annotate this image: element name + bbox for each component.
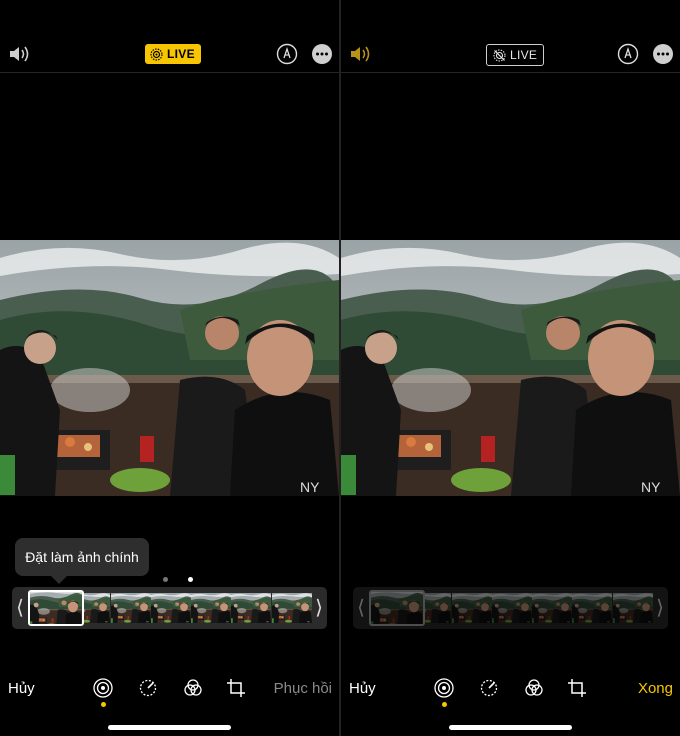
markup-pen-icon[interactable] (617, 43, 639, 65)
page-dots (163, 577, 193, 582)
filmstrip-frame (532, 593, 573, 623)
left-panel: LIVE Đặt làm ảnh chính ⟨ ⟩ Hủy Phục hồi (0, 0, 339, 736)
filmstrip-frame (231, 593, 272, 623)
filmstrip-frame (491, 593, 532, 623)
live-toggle-button[interactable]: LIVE (486, 44, 545, 66)
live-filmstrip[interactable]: ⟨ ⟩ (12, 587, 327, 629)
page-dot-active (188, 577, 193, 582)
cancel-button[interactable]: Hủy (8, 680, 35, 697)
speaker-icon[interactable] (8, 44, 32, 64)
filters-icon[interactable] (523, 677, 545, 699)
adjust-icon[interactable] (137, 677, 159, 699)
trim-handle-right[interactable]: ⟩ (313, 595, 325, 621)
live-tool-icon[interactable] (433, 677, 455, 699)
bottom-toolbar: Hủy Xong (341, 672, 680, 712)
filmstrip-frame (191, 593, 232, 623)
trim-handle-left[interactable]: ⟨ (14, 595, 26, 621)
tooltip-label: Đặt làm ảnh chính (25, 549, 139, 565)
adjust-icon[interactable] (478, 677, 500, 699)
live-label: LIVE (510, 48, 538, 62)
filters-icon[interactable] (182, 677, 204, 699)
home-indicator (449, 725, 572, 730)
crop-icon[interactable] (566, 677, 588, 699)
home-indicator (108, 725, 231, 730)
trim-handle-right: ⟩ (656, 597, 664, 619)
filmstrip-frame (150, 593, 191, 623)
live-toggle-button[interactable]: LIVE (145, 44, 201, 64)
filmstrip-frame (612, 593, 653, 623)
more-icon[interactable] (311, 43, 333, 65)
filmstrip-frame (451, 593, 492, 623)
photo (341, 240, 680, 496)
key-frame-selector[interactable] (28, 590, 84, 626)
markup-pen-icon[interactable] (276, 43, 298, 65)
key-frame-selector (369, 590, 425, 626)
filmstrip-frame (271, 593, 312, 623)
page-dot (163, 577, 168, 582)
make-key-photo-tooltip[interactable]: Đặt làm ảnh chính (15, 538, 149, 584)
more-icon[interactable] (652, 43, 674, 65)
cancel-button[interactable]: Hủy (349, 680, 376, 697)
filmstrip-frame (110, 593, 151, 623)
live-off-icon (493, 48, 506, 62)
crop-icon[interactable] (225, 677, 247, 699)
revert-button[interactable]: Phục hồi (274, 680, 332, 697)
done-button[interactable]: Xong (638, 680, 673, 697)
speaker-icon[interactable] (349, 44, 373, 64)
live-filmstrip-disabled: ⟨ ⟩ (353, 587, 668, 629)
trim-handle-left: ⟨ (357, 597, 365, 619)
live-tool-icon[interactable] (92, 677, 114, 699)
live-photo-icon (150, 47, 163, 61)
bottom-toolbar: Hủy Phục hồi (0, 672, 339, 712)
right-panel: LIVE ⟨ ⟩ Hủy Xong (341, 0, 680, 736)
filmstrip-frame (572, 593, 613, 623)
selected-indicator (442, 702, 447, 707)
top-bar: LIVE (341, 0, 680, 73)
live-label: LIVE (167, 47, 195, 61)
selected-indicator (101, 702, 106, 707)
top-bar: LIVE (0, 0, 339, 73)
photo (0, 240, 339, 496)
